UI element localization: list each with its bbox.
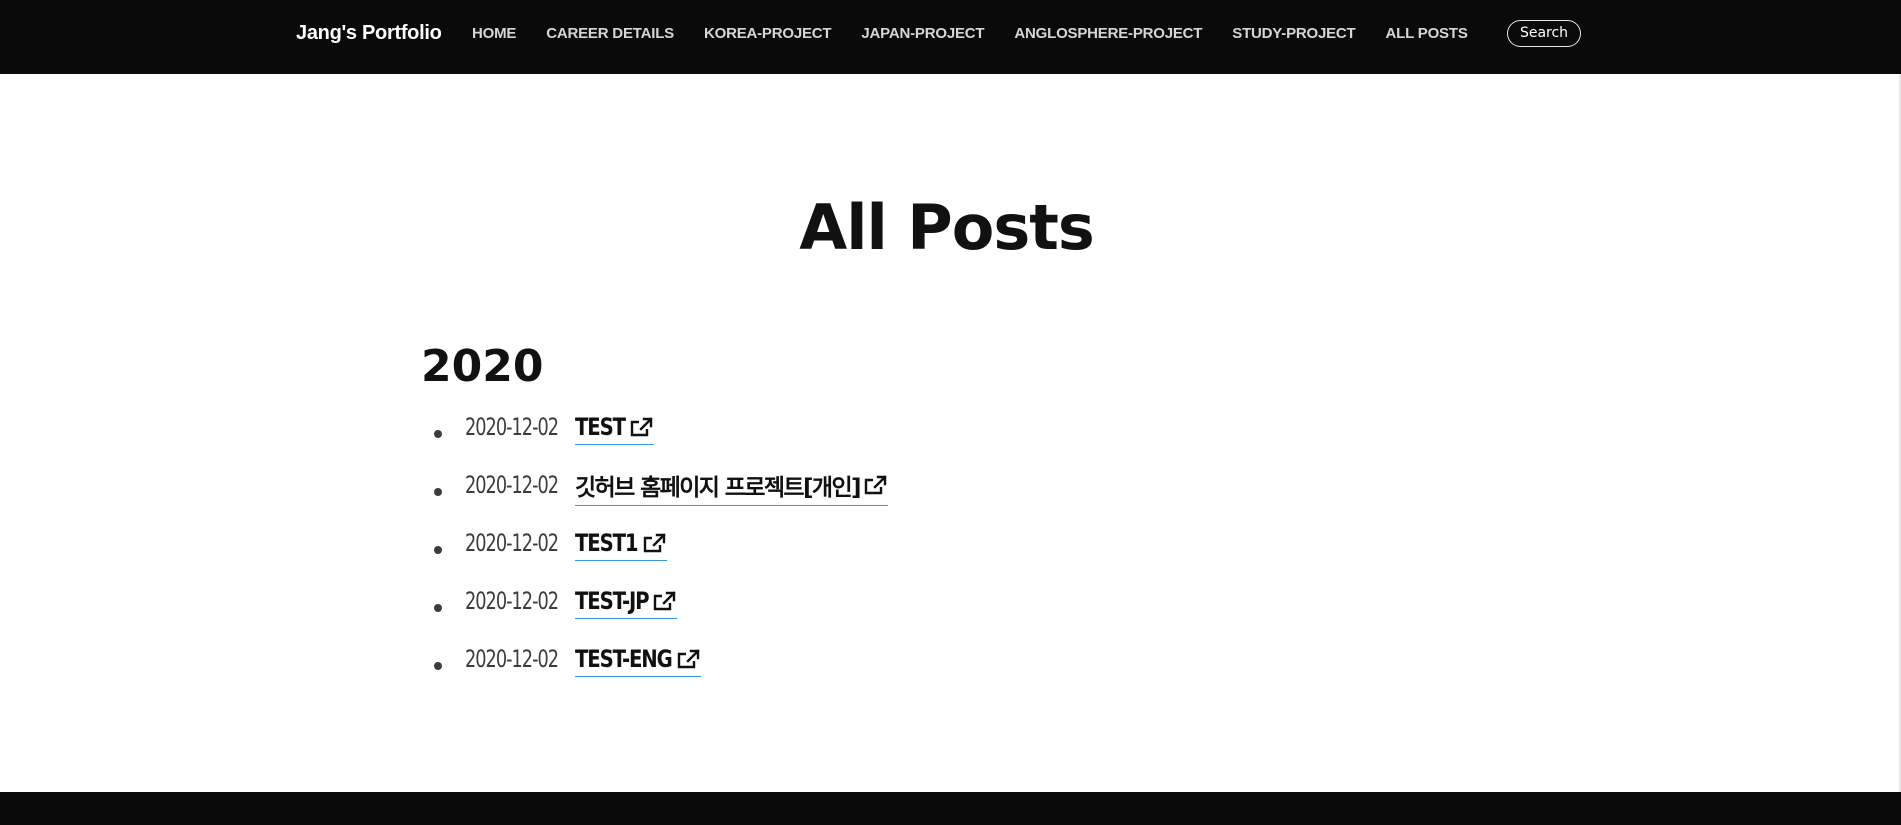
footer xyxy=(0,792,1901,825)
post-date: 2020-12-02 xyxy=(465,529,559,557)
post-date: 2020-12-02 xyxy=(465,471,559,499)
bullet xyxy=(434,604,442,612)
post-link[interactable]: 깃허브 홈페이지 프로젝트[개인] xyxy=(575,468,888,506)
post-list: 2020-12-02 TEST 2020-12-02 깃허브 홈페이지 프로젝트… xyxy=(421,398,888,688)
bullet xyxy=(434,546,442,554)
post-title: 깃허브 홈페이지 프로젝트[개인] xyxy=(575,475,862,501)
nav-link-anglosphere-project[interactable]: ANGLOSPHERE-PROJECT xyxy=(1014,25,1202,42)
bullet xyxy=(434,430,442,438)
page-title: All Posts xyxy=(799,191,1095,264)
external-link-icon xyxy=(864,475,887,495)
nav-link-korea-project[interactable]: KOREA-PROJECT xyxy=(704,25,832,42)
list-item: 2020-12-02 TEST-ENG xyxy=(421,630,888,688)
bullet xyxy=(434,488,442,496)
nav-link-japan-project[interactable]: JAPAN-PROJECT xyxy=(861,25,984,42)
nav-link-all-posts[interactable]: ALL POSTS xyxy=(1386,25,1468,42)
list-item: 2020-12-02 TEST xyxy=(421,398,888,456)
post-title: TEST-JP xyxy=(575,587,650,615)
search-button[interactable]: Search xyxy=(1507,20,1581,47)
year-heading: 2020 xyxy=(421,341,544,392)
post-link[interactable]: TEST1 xyxy=(575,529,668,561)
post-date: 2020-12-02 xyxy=(465,413,559,441)
post-title: TEST1 xyxy=(575,529,639,557)
nav-link-career-details[interactable]: CAREER DETAILS xyxy=(546,25,674,42)
list-item: 2020-12-02 TEST1 xyxy=(421,514,888,572)
external-link-icon xyxy=(653,591,676,611)
page: Jang's Portfolio HOME CAREER DETAILS KOR… xyxy=(0,0,1901,825)
list-item: 2020-12-02 TEST-JP xyxy=(421,572,888,630)
nav-links: HOME CAREER DETAILS KOREA-PROJECT JAPAN-… xyxy=(472,25,1484,42)
post-link[interactable]: TEST-ENG xyxy=(575,645,701,677)
post-date: 2020-12-02 xyxy=(465,587,559,615)
post-title: TEST-ENG xyxy=(575,645,673,673)
external-link-icon xyxy=(630,417,653,437)
post-link[interactable]: TEST xyxy=(575,413,654,445)
post-link[interactable]: TEST-JP xyxy=(575,587,677,619)
post-title: TEST xyxy=(575,413,626,441)
post-date: 2020-12-02 xyxy=(465,645,559,673)
nav-link-home[interactable]: HOME xyxy=(472,25,516,42)
top-navbar: Jang's Portfolio HOME CAREER DETAILS KOR… xyxy=(0,0,1901,74)
external-link-icon xyxy=(643,533,666,553)
nav-link-study-project[interactable]: STUDY-PROJECT xyxy=(1232,25,1355,42)
list-item: 2020-12-02 깃허브 홈페이지 프로젝트[개인] xyxy=(421,456,888,514)
external-link-icon xyxy=(677,649,700,669)
bullet xyxy=(434,662,442,670)
brand-link[interactable]: Jang's Portfolio xyxy=(296,22,442,45)
